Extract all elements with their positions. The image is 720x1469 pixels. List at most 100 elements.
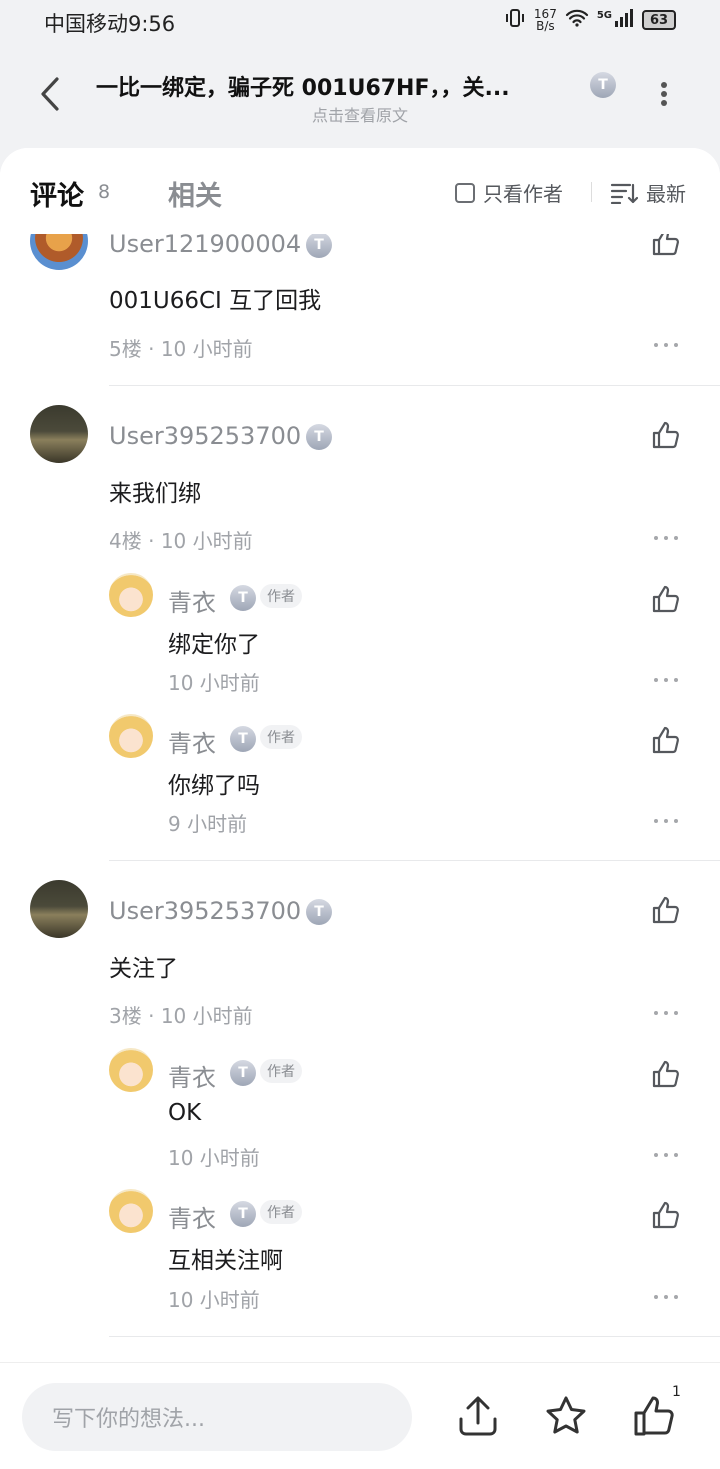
comment-author[interactable]: User395253700 (109, 897, 301, 925)
thumbs-up-icon[interactable] (650, 724, 682, 756)
comment-meta: 5楼 · 10 小时前 (109, 333, 253, 362)
reply-text: 绑定你了 (168, 632, 260, 658)
dot (654, 678, 658, 682)
author-tag: 作者 (260, 584, 302, 608)
author-tag: 作者 (260, 1200, 302, 1224)
vibrate-icon (504, 8, 526, 32)
more-options-button[interactable] (652, 74, 676, 114)
comment-author[interactable]: User121900004 (109, 230, 301, 258)
divider (591, 182, 592, 202)
divider (109, 1336, 720, 1337)
dot (664, 1153, 668, 1157)
share-icon[interactable] (455, 1393, 501, 1439)
dot (661, 91, 667, 97)
comment-meta: 3楼 · 10 小时前 (109, 1000, 253, 1029)
sort-icon (610, 183, 638, 204)
reply-text: 你绑了吗 (168, 773, 260, 799)
floor-label: 3楼 (109, 1004, 142, 1028)
dot (674, 678, 678, 682)
tab-comments[interactable]: 评论 (30, 174, 84, 213)
more-button[interactable] (654, 1151, 678, 1159)
reply-author[interactable]: 青衣 (168, 724, 216, 759)
dot (674, 1295, 678, 1299)
meta-separator: · (141, 1004, 161, 1028)
avatar[interactable] (30, 880, 88, 938)
top-bar: 一比一绑定，骗子死 001U67HF，，关... T 点击查看原文 (0, 44, 720, 148)
battery-icon: 63 (642, 10, 676, 30)
comment-list[interactable]: User121900004 T 001U66CI 互了回我 5楼 · 10 小时… (0, 148, 720, 1362)
comment-text: 来我们绑 (109, 481, 201, 507)
thumbs-up-icon[interactable] (650, 419, 682, 451)
dot (664, 536, 668, 540)
more-button[interactable] (654, 676, 678, 684)
comment-time: 10 小时前 (160, 1004, 253, 1028)
divider (109, 385, 720, 386)
carrier-time: 中国移动9:56 (44, 12, 176, 36)
author-only-toggle[interactable]: 只看作者 (455, 178, 563, 207)
avatar[interactable] (109, 1048, 153, 1092)
comment-tabs: 评论 8 相关 只看作者 最新 (0, 148, 720, 234)
bottom-bar: 写下你的想法... 1 (0, 1362, 720, 1469)
level-badge-icon: T (306, 232, 332, 258)
more-button[interactable] (654, 534, 678, 542)
dot (664, 1011, 668, 1015)
level-badge-icon: T (230, 585, 256, 611)
thumbs-up-icon[interactable] (650, 894, 682, 926)
avatar[interactable] (109, 1189, 153, 1233)
thumbs-up-icon[interactable] (650, 1058, 682, 1090)
reply-time: 10 小时前 (168, 1288, 260, 1312)
dot (661, 100, 667, 106)
comment-time: 10 小时前 (160, 337, 253, 361)
author-tag: 作者 (260, 725, 302, 749)
dot (654, 1295, 658, 1299)
signal-icon (614, 9, 634, 31)
thumbs-up-icon[interactable] (631, 1393, 677, 1439)
reply-text: OK (168, 1100, 202, 1126)
avatar[interactable] (30, 405, 88, 463)
post-title[interactable]: 一比一绑定，骗子死 001U67HF，，关... (96, 70, 574, 102)
net-speed: 167 B/s (533, 7, 557, 33)
view-original-link[interactable]: 点击查看原文 (0, 102, 720, 126)
author-tag: 作者 (260, 1059, 302, 1083)
more-button[interactable] (654, 1009, 678, 1017)
sort-label: 最新 (646, 182, 686, 206)
level-badge-icon: T (230, 1201, 256, 1227)
sort-button[interactable]: 最新 (610, 178, 686, 207)
dot (664, 343, 668, 347)
dot (654, 536, 658, 540)
comment-time: 10 小时前 (160, 529, 253, 553)
comment-input[interactable]: 写下你的想法... (22, 1383, 412, 1451)
dot (674, 1011, 678, 1015)
author-only-label: 只看作者 (483, 182, 563, 206)
reply-author[interactable]: 青衣 (168, 583, 216, 618)
comment-text: 001U66CI 互了回我 (109, 288, 322, 314)
network-type: 5G (596, 9, 612, 21)
avatar[interactable] (109, 573, 153, 617)
dot (654, 1011, 658, 1015)
star-icon[interactable] (543, 1393, 589, 1439)
status-icons: 167 B/s 5G 63 (504, 8, 676, 32)
level-badge-icon: T (306, 424, 332, 450)
comment-author[interactable]: User395253700 (109, 422, 301, 450)
dot (654, 1153, 658, 1157)
comment-count: 8 (98, 181, 111, 203)
reply-time: 10 小时前 (168, 671, 260, 695)
reply-author[interactable]: 青衣 (168, 1058, 216, 1093)
dot (654, 819, 658, 823)
reply-time: 10 小时前 (168, 1146, 260, 1170)
tab-related[interactable]: 相关 (168, 174, 222, 213)
thumbs-up-icon[interactable] (650, 583, 682, 615)
meta-separator: · (141, 529, 161, 553)
level-badge-icon: T (230, 1060, 256, 1086)
status-bar: 中国移动9:56 167 B/s 5G 63 (0, 0, 720, 44)
thumbs-up-icon[interactable] (650, 1199, 682, 1231)
dot (674, 536, 678, 540)
more-button[interactable] (654, 1293, 678, 1301)
floor-label: 4楼 (109, 529, 142, 553)
more-button[interactable] (654, 341, 678, 349)
level-badge-icon: T (306, 899, 332, 925)
avatar[interactable] (109, 714, 153, 758)
dot (664, 819, 668, 823)
more-button[interactable] (654, 817, 678, 825)
reply-author[interactable]: 青衣 (168, 1199, 216, 1234)
